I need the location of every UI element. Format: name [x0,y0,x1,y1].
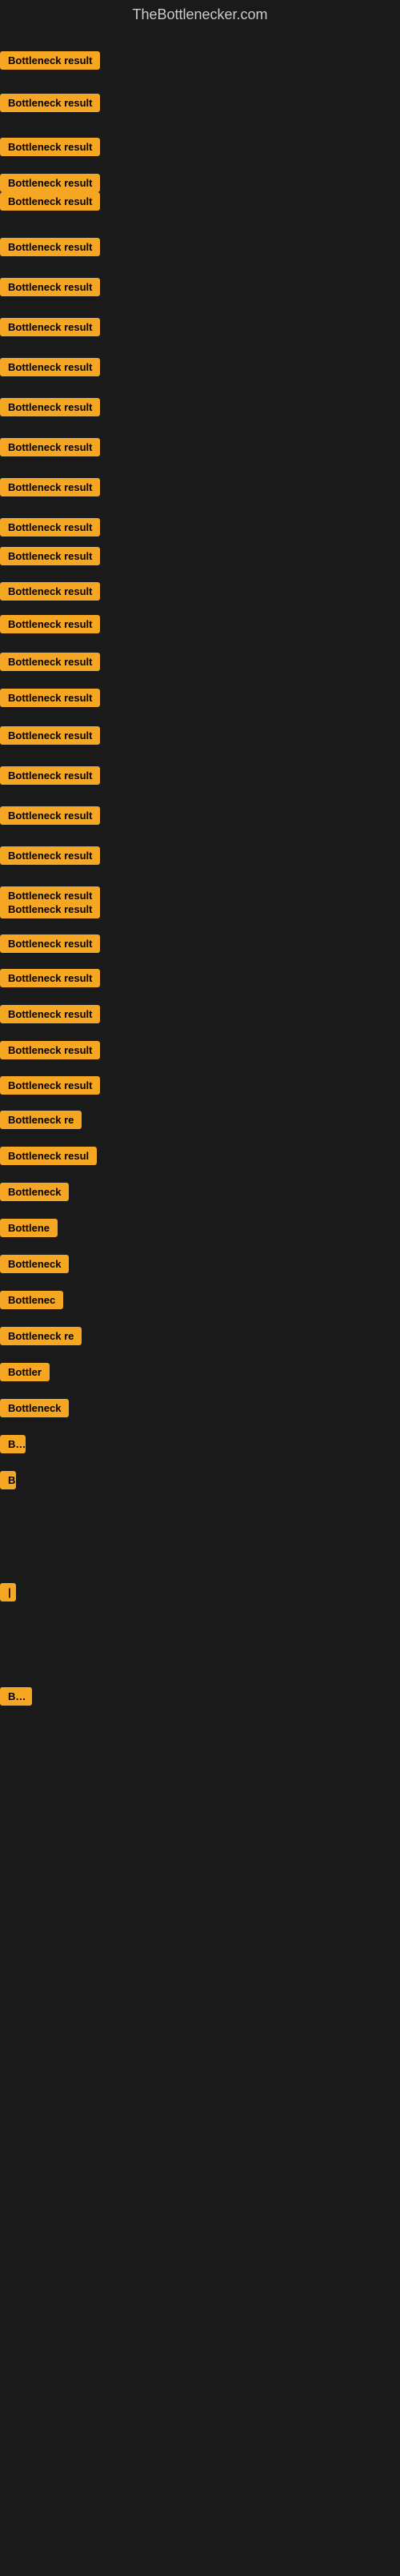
bottleneck-badge[interactable]: Bottleneck result [0,766,100,785]
result-row: Bottleneck result [0,278,100,296]
bottleneck-badge[interactable]: Bottleneck result [0,1076,100,1095]
result-row: Bottleneck [0,1399,69,1417]
result-row: Bottleneck result [0,547,100,565]
result-row: Bottleneck result [0,478,100,496]
result-row: Bottleneck result [0,900,100,918]
bottleneck-badge[interactable]: Bottlenec [0,1291,63,1309]
result-row: Bottleneck result [0,846,100,865]
result-row: Bottleneck result [0,398,100,416]
bottleneck-badge[interactable]: Bot [0,1687,32,1706]
bottleneck-badge[interactable]: Bottleneck result [0,174,100,192]
bottleneck-badge[interactable]: Bottleneck result [0,726,100,745]
bottleneck-badge[interactable]: Bottleneck result [0,969,100,987]
result-row: Bottleneck result [0,1076,100,1095]
bottleneck-badge[interactable]: Bottleneck result [0,653,100,671]
result-row: Bottleneck result [0,615,100,633]
result-row: Bottleneck result [0,94,100,112]
result-row: Bottlenec [0,1291,63,1309]
result-row: Bottleneck result [0,766,100,785]
bottleneck-badge[interactable]: Bo [0,1435,26,1453]
result-row: Bottleneck re [0,1111,82,1129]
bottleneck-badge[interactable]: Bottleneck result [0,94,100,112]
result-row: | [0,1583,16,1601]
bottleneck-badge[interactable]: Bottleneck re [0,1327,82,1345]
result-row: Bottleneck result [0,138,100,156]
result-row: Bottleneck result [0,726,100,745]
bottleneck-badge[interactable]: B [0,1471,16,1489]
result-row: Bottleneck result [0,934,100,953]
bottleneck-badge[interactable]: Bottleneck result [0,358,100,376]
result-row: Bo [0,1435,26,1453]
result-row: Bottleneck result [0,969,100,987]
bottleneck-badge[interactable]: Bottleneck result [0,846,100,865]
bottleneck-badge[interactable]: Bottleneck result [0,582,100,601]
result-row: Bottleneck result [0,238,100,256]
bottleneck-badge[interactable]: Bottleneck result [0,1041,100,1059]
bottleneck-badge[interactable]: Bottleneck result [0,398,100,416]
result-row: B [0,1471,16,1489]
result-row: Bottleneck result [0,51,100,70]
bottleneck-badge[interactable]: Bottleneck result [0,1005,100,1023]
result-row: Bottleneck result [0,582,100,601]
result-row: Bottleneck result [0,653,100,671]
bottleneck-badge[interactable]: Bottleneck result [0,900,100,918]
bottleneck-badge[interactable]: Bottleneck result [0,278,100,296]
bottleneck-badge[interactable]: Bottleneck result [0,318,100,336]
bottleneck-badge[interactable]: Bottlene [0,1219,58,1237]
result-row: Bot [0,1687,32,1706]
bottleneck-badge[interactable]: Bottleneck re [0,1111,82,1129]
result-row: Bottler [0,1363,50,1381]
bottleneck-badge[interactable]: Bottleneck result [0,547,100,565]
result-row: Bottleneck result [0,689,100,707]
bottleneck-badge[interactable]: Bottleneck result [0,238,100,256]
bottleneck-badge[interactable]: Bottleneck [0,1183,69,1201]
result-row: Bottleneck result [0,318,100,336]
bottleneck-badge[interactable]: Bottleneck result [0,192,100,211]
result-row: Bottleneck resul [0,1147,97,1165]
result-row: Bottlene [0,1219,58,1237]
bottleneck-badge[interactable]: Bottleneck result [0,806,100,825]
result-row: Bottleneck [0,1255,69,1273]
bottleneck-badge[interactable]: Bottleneck result [0,478,100,496]
result-row: Bottleneck result [0,174,100,192]
result-row: Bottleneck [0,1183,69,1201]
bottleneck-badge[interactable]: Bottleneck result [0,51,100,70]
bottleneck-badge[interactable]: Bottleneck result [0,689,100,707]
bottleneck-badge[interactable]: Bottler [0,1363,50,1381]
bottleneck-badge[interactable]: Bottleneck result [0,438,100,456]
result-row: Bottleneck result [0,438,100,456]
result-row: Bottleneck re [0,1327,82,1345]
bottleneck-badge[interactable]: Bottleneck result [0,138,100,156]
bottleneck-badge[interactable]: Bottleneck [0,1399,69,1417]
bottleneck-badge[interactable]: Bottleneck result [0,615,100,633]
bottleneck-badge[interactable]: | [0,1583,16,1601]
site-title: TheBottlenecker.com [0,0,400,30]
bottleneck-badge[interactable]: Bottleneck resul [0,1147,97,1165]
bottleneck-badge[interactable]: Bottleneck result [0,934,100,953]
bottleneck-badge[interactable]: Bottleneck [0,1255,69,1273]
result-row: Bottleneck result [0,1041,100,1059]
result-row: Bottleneck result [0,806,100,825]
bottleneck-badge[interactable]: Bottleneck result [0,518,100,536]
result-row: Bottleneck result [0,358,100,376]
result-row: Bottleneck result [0,518,100,536]
result-row: Bottleneck result [0,1005,100,1023]
result-row: Bottleneck result [0,192,100,211]
